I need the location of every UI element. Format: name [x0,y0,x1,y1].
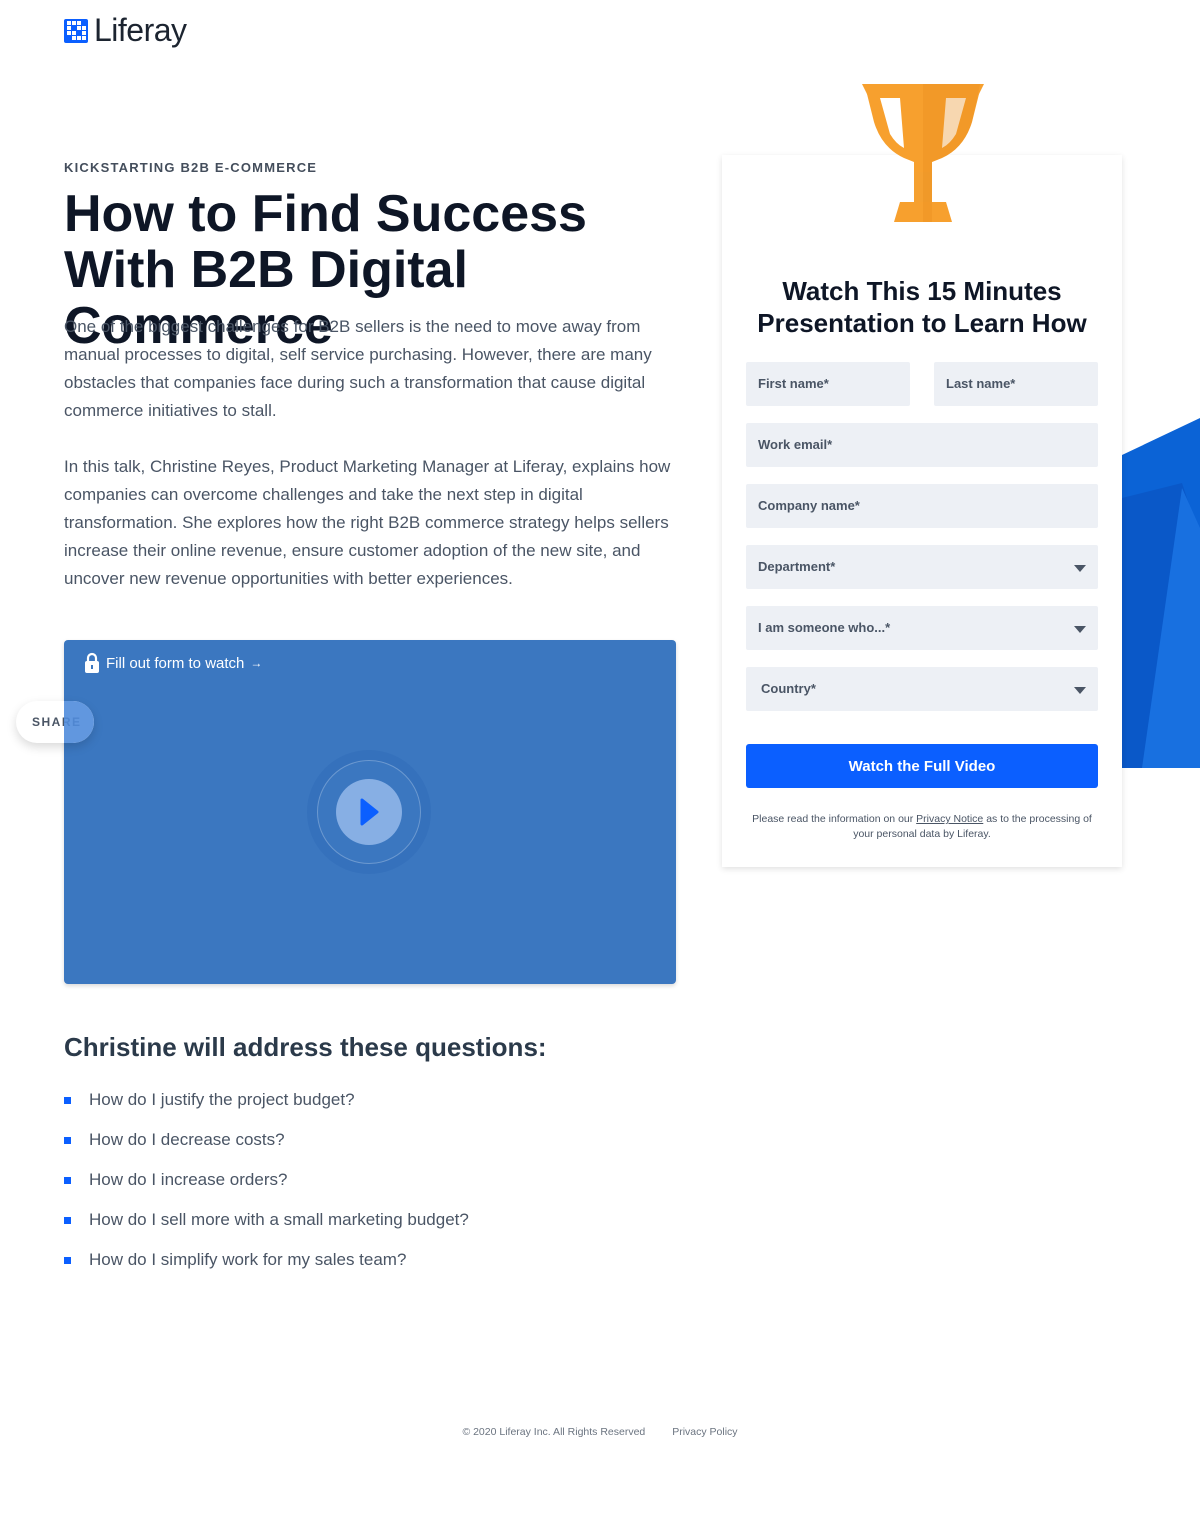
privacy-notice-text: Please read the information on our Priva… [752,812,1092,842]
question-text: How do I increase orders? [89,1170,288,1189]
country-label: Country* [761,681,816,696]
chevron-down-icon [1074,626,1086,633]
bullet-icon [64,1136,71,1144]
department-select[interactable]: Department* [746,545,1098,589]
bullet-icon [64,1256,71,1264]
question-text: How do I sell more with a small marketin… [89,1210,469,1229]
question-text: How do I decrease costs? [89,1130,285,1149]
fill-form-link[interactable]: Fill out form to watch → [84,652,262,674]
liferay-logo-icon [64,18,88,43]
first-name-field[interactable]: First name* [746,362,910,406]
signup-form-card: Watch This 15 Minutes Presentation to Le… [722,155,1122,867]
talk-paragraph: In this talk, Christine Reyes, Product M… [64,457,671,588]
questions-heading: Christine will address these questions: [64,1032,547,1062]
role-select[interactable]: I am someone who...* [746,606,1098,650]
privacy-notice-link[interactable]: Privacy Notice [916,813,983,825]
logo-text: Liferay [94,12,187,48]
liferay-logo[interactable]: Liferay [64,12,187,49]
bullet-icon [64,1096,71,1104]
fill-form-label: Fill out form to watch [106,654,245,672]
role-label: I am someone who...* [758,620,891,635]
arrow-right-icon: → [250,656,263,670]
play-icon [360,798,379,826]
question-text: How do I simplify work for my sales team… [89,1250,407,1269]
work-email-field[interactable]: Work email* [746,423,1098,467]
list-item: How do I increase orders? [64,1160,469,1200]
bullet-icon [64,1176,71,1184]
department-label: Department* [758,559,836,574]
form-title: Watch This 15 Minutes Presentation to Le… [757,276,1087,338]
decorative-shape [1122,418,1200,768]
play-button[interactable] [317,760,421,864]
watch-video-button[interactable]: Watch the Full Video [746,744,1098,788]
intro-paragraph: One of the biggest challenges for B2B se… [64,317,652,420]
eyebrow: KICKSTARTING B2B E-COMMERCE [64,160,318,175]
company-name-field[interactable]: Company name* [746,484,1098,528]
lock-icon [85,652,99,673]
list-item: How do I sell more with a small marketin… [64,1200,469,1240]
list-item: How do I justify the project budget? [64,1080,469,1120]
list-item: How do I decrease costs? [64,1120,469,1160]
list-item: How do I simplify work for my sales team… [64,1240,469,1280]
video-player[interactable]: Fill out form to watch → [64,640,676,984]
questions-list: How do I justify the project budget? How… [64,1080,469,1280]
copyright: © 2020 Liferay Inc. All Rights Reserved [462,1426,646,1438]
share-button[interactable]: SHARE [16,701,94,743]
footer: © 2020 Liferay Inc. All Rights Reserved … [0,1426,1200,1438]
question-text: How do I justify the project budget? [89,1090,355,1109]
country-select[interactable]: Country* [746,667,1098,711]
notice-pre: Please read the information on our [752,813,917,825]
chevron-down-icon [1074,687,1086,694]
trophy-icon [862,84,984,222]
privacy-policy-link[interactable]: Privacy Policy [672,1426,737,1438]
last-name-field[interactable]: Last name* [934,362,1098,406]
bullet-icon [64,1216,71,1224]
chevron-down-icon [1074,565,1086,572]
